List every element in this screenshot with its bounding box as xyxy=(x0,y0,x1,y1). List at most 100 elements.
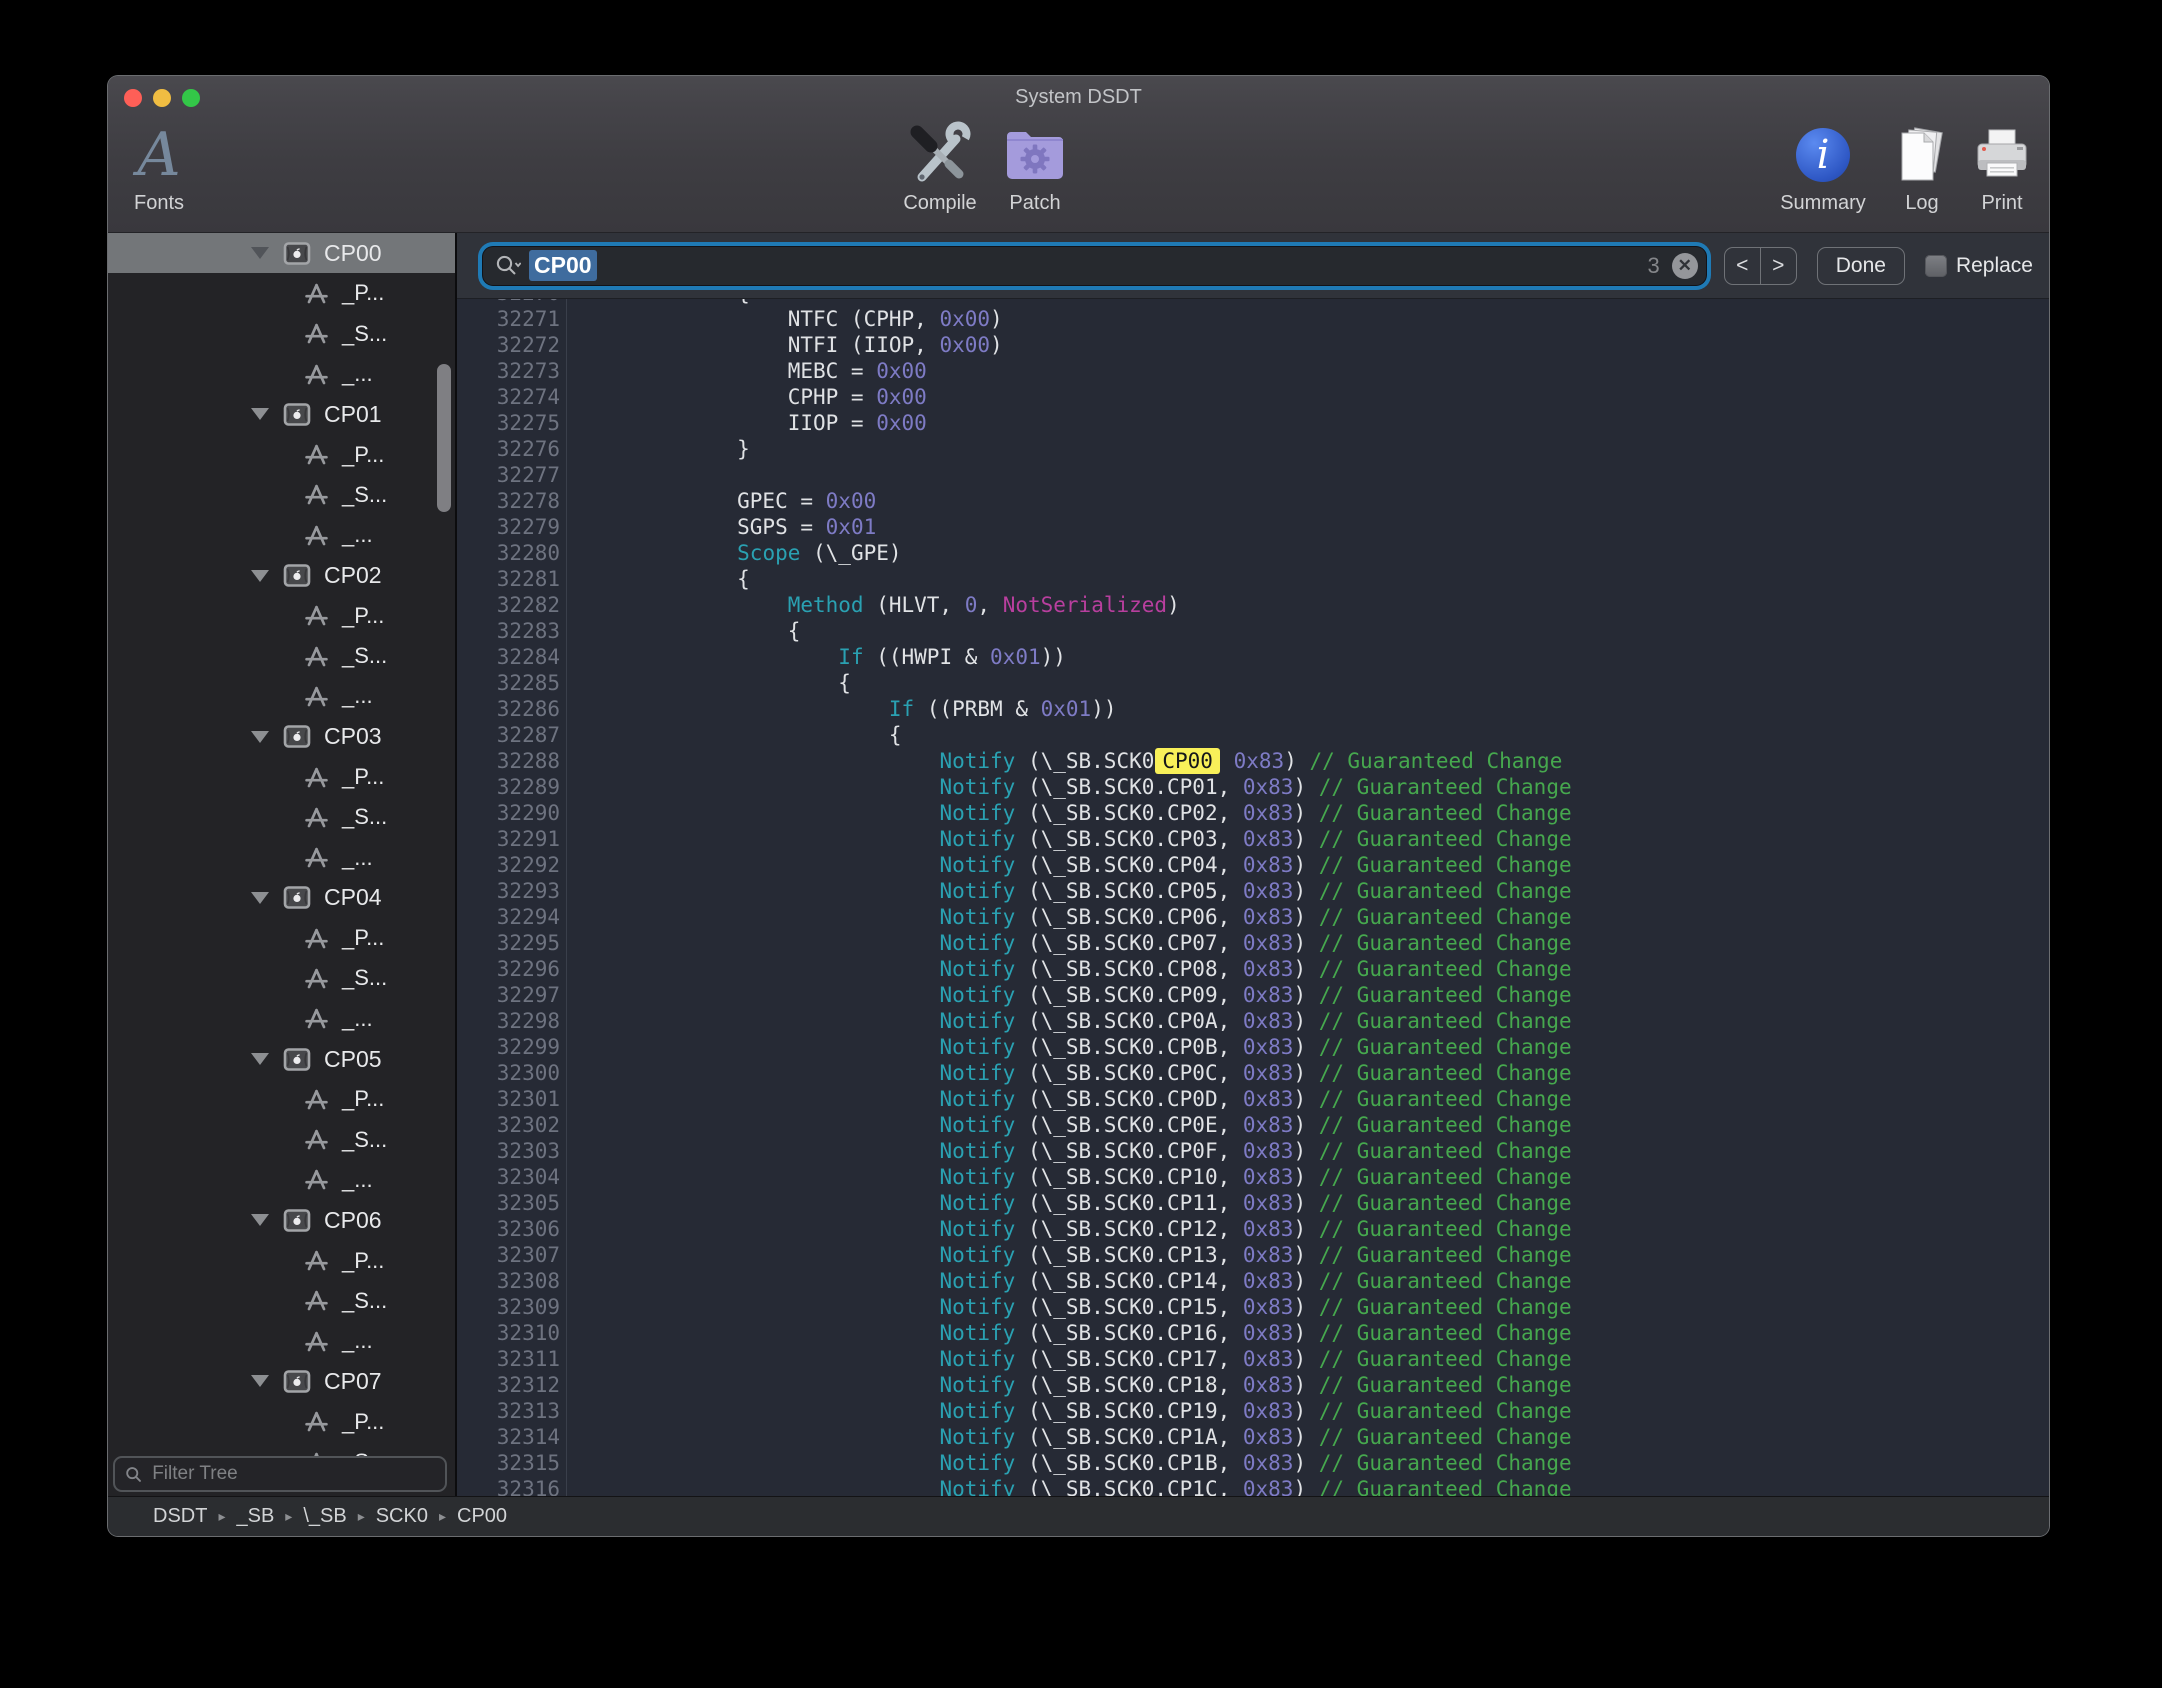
summary-button[interactable]: i Summary xyxy=(1760,120,1886,224)
tree-item-_P[interactable]: _P... xyxy=(108,1240,455,1280)
code-line-32308[interactable]: 32308 Notify (\_SB.SCK0.CP14, 0x83) // G… xyxy=(457,1268,2049,1294)
code-line-32294[interactable]: 32294 Notify (\_SB.SCK0.CP06, 0x83) // G… xyxy=(457,904,2049,930)
code-text[interactable]: Notify (\_SB.SCK0.CP15, 0x83) // Guarant… xyxy=(560,1294,1572,1320)
code-text[interactable]: SGPS = 0x01 xyxy=(560,514,876,540)
code-text[interactable]: } xyxy=(560,436,750,462)
tree-item-_P[interactable]: _P... xyxy=(108,1402,455,1442)
code-text[interactable]: Notify (\_SB.SCK0.CP10, 0x83) // Guarant… xyxy=(560,1164,1572,1190)
tree-item-_P[interactable]: _P... xyxy=(108,273,455,313)
tree-item-_S[interactable]: _S... xyxy=(108,958,455,998)
code-line-32287[interactable]: 32287 { xyxy=(457,722,2049,748)
code-text[interactable]: MEBC = 0x00 xyxy=(560,358,927,384)
code-text[interactable]: { xyxy=(560,618,800,644)
code-text[interactable]: Notify (\_SB.SCK0.CP02, 0x83) // Guarant… xyxy=(560,800,1572,826)
code-text[interactable]: Notify (\_SB.SCK0.CP12, 0x83) // Guarant… xyxy=(560,1216,1572,1242)
tree-item-_[interactable]: _... xyxy=(108,676,455,716)
code-line-32297[interactable]: 32297 Notify (\_SB.SCK0.CP09, 0x83) // G… xyxy=(457,982,2049,1008)
code-line-32298[interactable]: 32298 Notify (\_SB.SCK0.CP0A, 0x83) // G… xyxy=(457,1008,2049,1034)
code-text[interactable] xyxy=(560,462,636,488)
tree-item-_P[interactable]: _P... xyxy=(108,434,455,474)
breadcrumb-item-SCK0[interactable]: SCK0 xyxy=(376,1505,428,1528)
code-line-32302[interactable]: 32302 Notify (\_SB.SCK0.CP0E, 0x83) // G… xyxy=(457,1112,2049,1138)
code-text[interactable]: Notify (\_SB.SCK0.CP1B, 0x83) // Guarant… xyxy=(560,1450,1572,1476)
print-button[interactable]: Print xyxy=(1960,120,2044,224)
code-line-32289[interactable]: 32289 Notify (\_SB.SCK0.CP01, 0x83) // G… xyxy=(457,774,2049,800)
code-text[interactable]: Notify (\_SB.SCK0.CP18, 0x83) // Guarant… xyxy=(560,1372,1572,1398)
filter-tree-input[interactable] xyxy=(150,1462,435,1486)
code-line-32293[interactable]: 32293 Notify (\_SB.SCK0.CP05, 0x83) // G… xyxy=(457,878,2049,904)
breadcrumb-item-CP00[interactable]: CP00 xyxy=(457,1505,507,1528)
code-text[interactable]: { xyxy=(560,670,851,696)
code-line-32310[interactable]: 32310 Notify (\_SB.SCK0.CP16, 0x83) // G… xyxy=(457,1320,2049,1346)
code-line-32295[interactable]: 32295 Notify (\_SB.SCK0.CP07, 0x83) // G… xyxy=(457,930,2049,956)
code-text[interactable]: Notify (\_SB.SCK0.CP03, 0x83) // Guarant… xyxy=(560,826,1572,852)
code-editor[interactable]: 32270 {32271 NTFC (CPHP, 0x00)32272 NTFI… xyxy=(457,299,2049,1497)
tree-item-_S[interactable]: _S... xyxy=(108,1281,455,1321)
code-line-32284[interactable]: 32284 If ((HWPI & 0x01)) xyxy=(457,644,2049,670)
tree-item-_[interactable]: _... xyxy=(108,1160,455,1200)
code-text[interactable]: If ((PRBM & 0x01)) xyxy=(560,696,1116,722)
code-text[interactable]: Notify (\_SB.SCK0.CP01, 0x83) // Guarant… xyxy=(560,774,1572,800)
breadcrumb-item-DSDT[interactable]: DSDT xyxy=(153,1505,207,1528)
done-button[interactable]: Done xyxy=(1817,247,1905,285)
tree-item-_S[interactable]: _S... xyxy=(108,475,455,515)
fonts-button[interactable]: A Fonts xyxy=(118,120,200,224)
code-text[interactable]: NTFI (IIOP, 0x00) xyxy=(560,332,1003,358)
code-text[interactable]: If ((HWPI & 0x01)) xyxy=(560,644,1066,670)
tree-item-_[interactable]: _... xyxy=(108,354,455,394)
tree-item-_S[interactable]: _S... xyxy=(108,797,455,837)
tree-item-CP07[interactable]: CP07 xyxy=(108,1361,455,1401)
code-text[interactable]: Notify (\_SB.SCK0.CP07, 0x83) // Guarant… xyxy=(560,930,1572,956)
tree-item-CP03[interactable]: CP03 xyxy=(108,717,455,757)
code-line-32292[interactable]: 32292 Notify (\_SB.SCK0.CP04, 0x83) // G… xyxy=(457,852,2049,878)
code-line-32316[interactable]: 32316 Notify (\_SB.SCK0.CP1C, 0x83) // G… xyxy=(457,1476,2049,1497)
code-text[interactable]: Notify (\_SB.SCK0.CP0A, 0x83) // Guarant… xyxy=(560,1008,1572,1034)
code-line-32278[interactable]: 32278 GPEC = 0x00 xyxy=(457,488,2049,514)
tree-item-_S[interactable]: _S... xyxy=(108,314,455,354)
code-text[interactable]: Notify (\_SB.SCK0.CP13, 0x83) // Guarant… xyxy=(560,1242,1572,1268)
code-line-32280[interactable]: 32280 Scope (\_GPE) xyxy=(457,540,2049,566)
code-text[interactable]: Notify (\_SB.SCK0.CP08, 0x83) // Guarant… xyxy=(560,956,1572,982)
tree-item-_P[interactable]: _P... xyxy=(108,757,455,797)
code-text[interactable]: { xyxy=(560,566,750,592)
code-line-32271[interactable]: 32271 NTFC (CPHP, 0x00) xyxy=(457,306,2049,332)
code-text[interactable]: Method (HLVT, 0, NotSerialized) xyxy=(560,592,1180,618)
disclosure-triangle-icon[interactable] xyxy=(251,570,269,582)
code-line-32283[interactable]: 32283 { xyxy=(457,618,2049,644)
code-line-32276[interactable]: 32276 } xyxy=(457,436,2049,462)
code-text[interactable]: GPEC = 0x00 xyxy=(560,488,876,514)
tree-item-_P[interactable]: _P... xyxy=(108,918,455,958)
disclosure-triangle-icon[interactable] xyxy=(251,1375,269,1387)
code-line-32304[interactable]: 32304 Notify (\_SB.SCK0.CP10, 0x83) // G… xyxy=(457,1164,2049,1190)
code-line-32273[interactable]: 32273 MEBC = 0x00 xyxy=(457,358,2049,384)
tree-item-CP01[interactable]: CP01 xyxy=(108,394,455,434)
code-line-32299[interactable]: 32299 Notify (\_SB.SCK0.CP0B, 0x83) // G… xyxy=(457,1034,2049,1060)
disclosure-triangle-icon[interactable] xyxy=(251,1214,269,1226)
tree-item-CP05[interactable]: CP05 xyxy=(108,1039,455,1079)
disclosure-triangle-icon[interactable] xyxy=(251,247,269,259)
code-line-32279[interactable]: 32279 SGPS = 0x01 xyxy=(457,514,2049,540)
code-line-32288[interactable]: 32288 Notify (\_SB.SCK0CP00 0x83) // Gua… xyxy=(457,748,2049,774)
code-line-32305[interactable]: 32305 Notify (\_SB.SCK0.CP11, 0x83) // G… xyxy=(457,1190,2049,1216)
code-text[interactable]: Notify (\_SB.SCK0.CP05, 0x83) // Guarant… xyxy=(560,878,1572,904)
disclosure-triangle-icon[interactable] xyxy=(251,892,269,904)
code-line-32307[interactable]: 32307 Notify (\_SB.SCK0.CP13, 0x83) // G… xyxy=(457,1242,2049,1268)
tree-item-_[interactable]: _... xyxy=(108,999,455,1039)
code-line-32314[interactable]: 32314 Notify (\_SB.SCK0.CP1A, 0x83) // G… xyxy=(457,1424,2049,1450)
code-text[interactable]: Notify (\_SB.SCK0.CP09, 0x83) // Guarant… xyxy=(560,982,1572,1008)
code-line-32300[interactable]: 32300 Notify (\_SB.SCK0.CP0C, 0x83) // G… xyxy=(457,1060,2049,1086)
disclosure-triangle-icon[interactable] xyxy=(251,1053,269,1065)
filter-tree-box[interactable] xyxy=(113,1456,447,1492)
code-line-32285[interactable]: 32285 { xyxy=(457,670,2049,696)
code-line-32274[interactable]: 32274 CPHP = 0x00 xyxy=(457,384,2049,410)
sidebar-scrollbar[interactable] xyxy=(437,364,451,512)
tree-item-_[interactable]: _... xyxy=(108,837,455,877)
find-previous-button[interactable]: < xyxy=(1725,248,1761,284)
code-line-32296[interactable]: 32296 Notify (\_SB.SCK0.CP08, 0x83) // G… xyxy=(457,956,2049,982)
tree-item-_P[interactable]: _P... xyxy=(108,596,455,636)
disclosure-triangle-icon[interactable] xyxy=(251,408,269,420)
tree-item-_P[interactable]: _P... xyxy=(108,1079,455,1119)
code-line-32303[interactable]: 32303 Notify (\_SB.SCK0.CP0F, 0x83) // G… xyxy=(457,1138,2049,1164)
code-text[interactable]: IIOP = 0x00 xyxy=(560,410,927,436)
tree-item-_[interactable]: _... xyxy=(108,1321,455,1361)
